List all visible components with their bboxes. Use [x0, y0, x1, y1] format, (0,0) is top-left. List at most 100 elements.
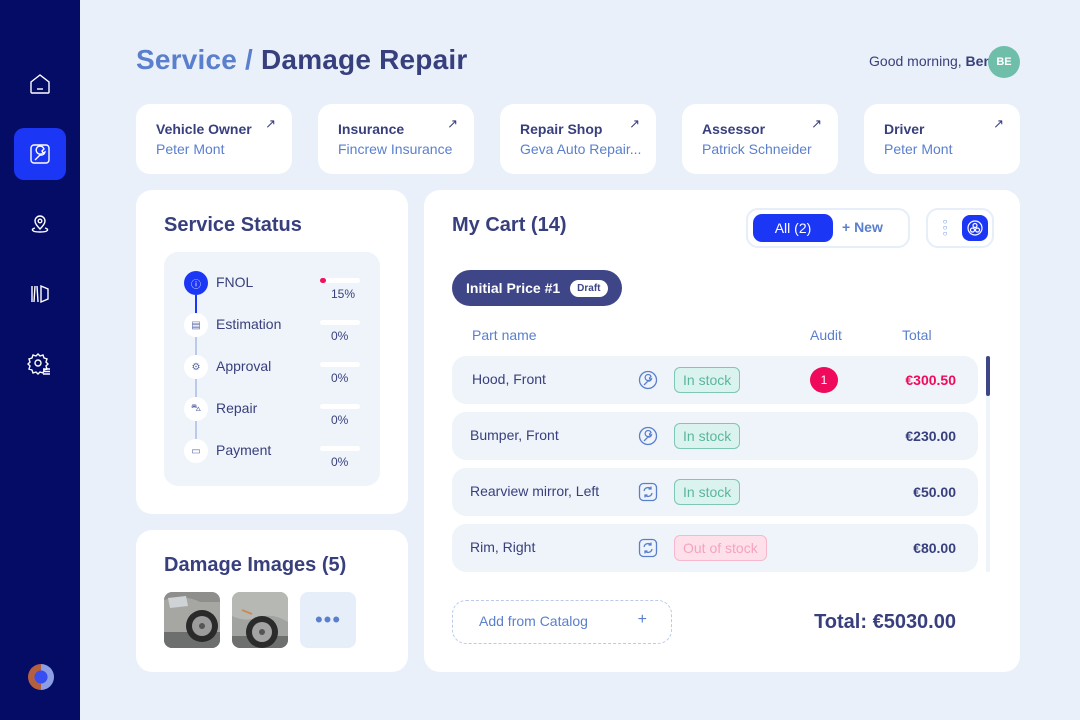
- stock-badge: In stock: [674, 479, 741, 505]
- location-icon: [31, 215, 49, 233]
- breadcrumb-current: Damage Repair: [261, 44, 468, 75]
- part-name: Rearview mirror, Left: [470, 483, 600, 499]
- scrollbar-thumb[interactable]: [986, 356, 990, 396]
- damage-image-thumbnail[interactable]: [232, 592, 288, 648]
- avatar[interactable]: BE: [988, 46, 1020, 78]
- step-progress-bar: [320, 320, 360, 325]
- cart-row[interactable]: Rearview mirror, Left In stock €50.00: [452, 468, 978, 516]
- step-progress-text: 0%: [331, 329, 349, 343]
- road-map-icon: [31, 284, 49, 304]
- external-link-icon[interactable]: ↗: [993, 116, 1004, 132]
- contact-card-driver[interactable]: Driver Peter Mont ↗: [864, 104, 1020, 174]
- step-progress-bar: [320, 404, 360, 409]
- cart-filter-group: All (2) + New: [746, 208, 910, 248]
- sidebar-item-home[interactable]: [14, 58, 66, 110]
- row-total: €50.00: [913, 484, 956, 500]
- status-steps: ⓘ FNOL 15% ▤ Estimation 0% ⚙ Approval 0%…: [164, 252, 380, 486]
- sidebar-item-damage-repair[interactable]: [14, 128, 66, 180]
- column-header-audit: Audit: [810, 327, 842, 343]
- step-progress-text: 0%: [331, 371, 349, 385]
- step-label: Payment: [216, 442, 272, 458]
- row-total: €300.50: [905, 372, 956, 388]
- step-label: Estimation: [216, 316, 282, 332]
- external-link-icon[interactable]: ↗: [811, 116, 822, 132]
- audit-count-badge[interactable]: 1: [810, 367, 838, 393]
- service-status-card: Service Status ⓘ FNOL 15% ▤ Estimation 0…: [136, 190, 408, 514]
- status-step-payment[interactable]: ▭ Payment 0%: [184, 439, 364, 469]
- wrench-icon: [638, 370, 658, 390]
- external-link-icon[interactable]: ↗: [447, 116, 458, 132]
- greeting-text: Good morning,: [869, 53, 962, 69]
- damage-image-thumbnail[interactable]: [164, 592, 220, 648]
- new-button[interactable]: + New: [842, 219, 883, 235]
- damage-images-title: Damage Images (5): [164, 554, 347, 576]
- contact-role: Insurance: [338, 121, 405, 137]
- stock-badge: Out of stock: [674, 535, 767, 561]
- step-progress-bar: [320, 446, 360, 451]
- cart-row[interactable]: Bumper, Front In stock €230.00: [452, 412, 978, 460]
- part-name: Hood, Front: [472, 371, 546, 387]
- service-status-title: Service Status: [164, 214, 302, 236]
- sidebar-item-location[interactable]: [14, 198, 66, 250]
- step-label: Repair: [216, 400, 258, 416]
- step-progress-text: 0%: [331, 413, 349, 427]
- row-total: €230.00: [905, 428, 956, 444]
- damage-images-card: Damage Images (5) •••: [136, 530, 408, 672]
- cart-row[interactable]: Hood, Front In stock 1 €300.50: [452, 356, 978, 404]
- info-icon: ⓘ: [184, 271, 208, 295]
- external-link-icon[interactable]: ↗: [265, 116, 276, 132]
- add-from-catalog-label: Add from Catalog: [479, 613, 588, 629]
- filter-all-button[interactable]: All (2): [753, 214, 833, 242]
- breadcrumb-service[interactable]: Service: [136, 44, 237, 75]
- grouped-view-icon[interactable]: [962, 215, 988, 241]
- card-icon: ▭: [184, 439, 208, 463]
- list-view-icon[interactable]: ○ ○ ○: [940, 218, 950, 239]
- price-version-tab[interactable]: Initial Price #1 Draft: [452, 270, 622, 306]
- column-header-total: Total: [902, 327, 932, 343]
- part-name: Rim, Right: [470, 539, 536, 555]
- status-step-fnol[interactable]: ⓘ FNOL 15%: [184, 271, 364, 301]
- sidebar-item-settings[interactable]: [14, 338, 66, 390]
- contact-card-vehicle-owner[interactable]: Vehicle Owner Peter Mont ↗: [136, 104, 292, 174]
- contact-name: Peter Mont: [884, 141, 953, 157]
- step-label: FNOL: [216, 274, 254, 290]
- contact-name: Geva Auto Repair...: [520, 141, 642, 157]
- add-from-catalog-button[interactable]: Add from Catalog +: [452, 600, 672, 644]
- contact-card-repair-shop[interactable]: Repair Shop Geva Auto Repair... ↗: [500, 104, 656, 174]
- row-total: €80.00: [913, 540, 956, 556]
- draft-badge: Draft: [570, 279, 608, 297]
- contact-role: Repair Shop: [520, 121, 603, 137]
- step-progress-fill: [320, 278, 326, 283]
- contact-name: Peter Mont: [156, 141, 225, 157]
- contact-card-assessor[interactable]: Assessor Patrick Schneider ↗: [682, 104, 838, 174]
- more-images-button[interactable]: •••: [300, 592, 356, 648]
- cart-grand-total: Total: €5030.00: [814, 611, 956, 633]
- step-progress-bar: [320, 278, 360, 283]
- status-step-estimation[interactable]: ▤ Estimation 0%: [184, 313, 364, 343]
- stock-badge: In stock: [674, 367, 741, 393]
- contact-role: Vehicle Owner: [156, 121, 252, 137]
- step-progress-text: 15%: [331, 287, 356, 301]
- calculator-icon: ▤: [184, 313, 208, 337]
- app-logo[interactable]: [28, 664, 54, 690]
- cart-title: My Cart (14): [452, 214, 567, 236]
- view-toggle: ○ ○ ○: [926, 208, 994, 248]
- external-link-icon[interactable]: ↗: [629, 116, 640, 132]
- contact-card-insurance[interactable]: Insurance Fincrew Insurance ↗: [318, 104, 474, 174]
- status-step-repair[interactable]: ⛍ Repair 0%: [184, 397, 364, 427]
- column-header-part: Part name: [472, 327, 537, 343]
- status-step-approval[interactable]: ⚙ Approval 0%: [184, 355, 364, 385]
- wrench-icon: [638, 426, 658, 446]
- step-label: Approval: [216, 358, 272, 374]
- contact-name: Fincrew Insurance: [338, 141, 453, 157]
- replace-icon: [638, 538, 658, 558]
- cart-row[interactable]: Rim, Right Out of stock €80.00: [452, 524, 978, 572]
- contact-role: Assessor: [702, 121, 766, 137]
- cart-scrollbar[interactable]: [986, 356, 990, 572]
- step-progress-text: 0%: [331, 455, 349, 469]
- wrench-icon: [30, 144, 50, 164]
- sidebar: [0, 0, 80, 720]
- sidebar-item-roadmap[interactable]: [14, 268, 66, 320]
- breadcrumb-separator: /: [245, 44, 254, 75]
- part-name: Bumper, Front: [470, 427, 559, 443]
